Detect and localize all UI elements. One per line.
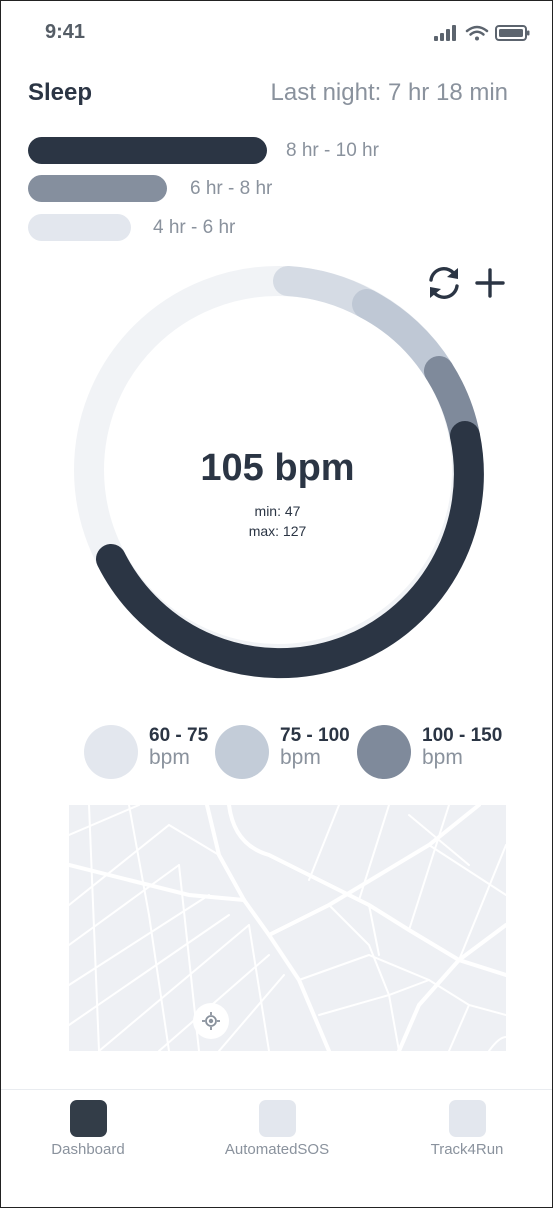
zone-dot-low: [84, 725, 138, 779]
nav-label: Dashboard: [51, 1141, 125, 1158]
add-button[interactable]: [471, 263, 511, 303]
zone-dot-mid: [215, 725, 269, 779]
map-streets: [69, 805, 506, 1051]
nav-item-track4run[interactable]: Track4Run: [392, 1100, 542, 1158]
nav-item-dashboard[interactable]: Dashboard: [13, 1100, 163, 1158]
nav-label: Track4Run: [430, 1141, 504, 1158]
sleep-bar-short: [28, 214, 131, 241]
status-icons: [434, 23, 534, 43]
zone-unit: bpm: [422, 746, 463, 769]
zone-range: 60 - 75: [149, 725, 209, 746]
phone-frame: 9:41 Sleep Last night: 7 hr 18 min 8 hr …: [0, 0, 553, 1208]
nav-label: AutomatedSOS: [224, 1141, 330, 1158]
route-map[interactable]: [69, 805, 506, 1051]
status-time: 9:41: [45, 21, 86, 43]
sleep-bar-label: 6 hr - 8 hr: [190, 178, 273, 199]
dashboard-icon: [69, 1100, 107, 1137]
refresh-icon: [429, 267, 459, 299]
bottom-nav: Dashboard AutomatedSOS Track4Run: [1, 1089, 552, 1207]
locate-icon: [202, 1012, 220, 1030]
automatedsos-icon: [258, 1100, 296, 1137]
sleep-bar-label: 8 hr - 10 hr: [286, 140, 379, 161]
track4run-icon: [448, 1100, 486, 1137]
heart-rate-min: min: 47: [254, 503, 301, 519]
last-night-duration: Last night: 7 hr 18 min: [270, 79, 508, 106]
zone-range: 100 - 150: [422, 725, 503, 746]
sleep-bar-label: 4 hr - 6 hr: [153, 217, 236, 238]
refresh-button[interactable]: [424, 263, 464, 303]
zone-dot-high: [357, 725, 411, 779]
zone-range: 75 - 100: [280, 725, 350, 746]
heart-rate-max: max: 127: [248, 523, 307, 539]
zone-unit: bpm: [149, 746, 190, 769]
sleep-bar-long: [28, 137, 267, 164]
signal-icon: [434, 25, 456, 41]
heart-rate-value: 105 bpm: [200, 447, 355, 489]
wifi-icon: [465, 25, 489, 41]
page-title: Sleep: [28, 79, 93, 106]
nav-item-automatedsos[interactable]: AutomatedSOS: [202, 1100, 352, 1158]
add-icon: [475, 268, 505, 298]
locate-button[interactable]: [193, 1003, 229, 1039]
sleep-bar-medium: [28, 175, 167, 202]
zone-unit: bpm: [280, 746, 321, 769]
battery-icon: [495, 25, 530, 41]
